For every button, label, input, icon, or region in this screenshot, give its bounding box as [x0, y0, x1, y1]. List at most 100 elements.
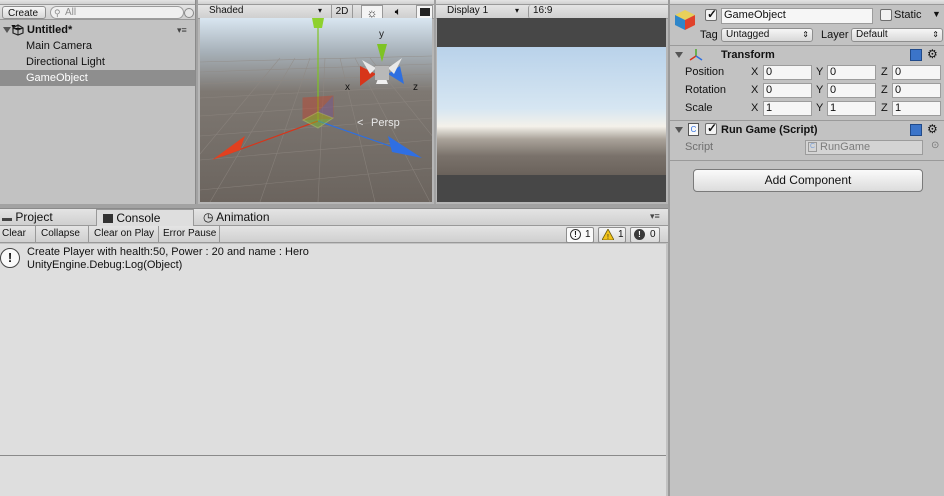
static-dropdown-icon[interactable]: ▼ — [932, 9, 941, 19]
axis-z-label: Z — [881, 102, 888, 114]
warning-count-toggle[interactable]: ! 1 — [598, 227, 626, 243]
component-title: Run Game (Script) — [721, 124, 818, 136]
transform-header[interactable]: Transform ⚙ — [670, 47, 944, 63]
projection-label[interactable]: Persp — [371, 117, 400, 129]
foldout-arrow-icon[interactable] — [675, 52, 683, 58]
game-render — [437, 47, 666, 175]
scale-row: Scale X 1 Y 1 Z 1 — [670, 100, 944, 117]
hierarchy-search-input[interactable]: ⚲ All — [50, 6, 184, 19]
field-value: 1 — [766, 102, 773, 114]
static-label: Static — [894, 9, 922, 21]
audio-toggle-icon[interactable]: 🔈︎ — [387, 5, 409, 19]
game-viewport[interactable] — [437, 18, 666, 202]
toolbar-divider — [88, 226, 89, 243]
layer-value: Default — [856, 29, 888, 40]
clear-button[interactable]: Clear — [2, 226, 26, 243]
toolbar-divider — [219, 226, 220, 243]
shading-mode-dropdown[interactable]: Shaded ▾ — [205, 5, 324, 19]
info-count: 1 — [585, 229, 591, 240]
field-value: 0 — [766, 84, 773, 96]
object-picker-icon[interactable]: ⊙ — [931, 140, 939, 151]
rotation-z-field[interactable]: 0 — [892, 83, 941, 98]
inspector-tab-strip — [670, 0, 944, 5]
display-dropdown[interactable]: Display 1 ▾ — [443, 5, 521, 19]
hierarchy-item-main-camera[interactable]: Main Camera — [0, 38, 195, 54]
add-component-button[interactable]: Add Component — [693, 169, 923, 192]
scene-viewport[interactable]: y x z < Persp — [200, 18, 432, 202]
foldout-arrow-icon[interactable] — [675, 127, 683, 133]
collapse-button[interactable]: Collapse — [41, 226, 80, 243]
rotation-x-field[interactable]: 0 — [763, 83, 812, 98]
panel-menu-icon[interactable]: ▾≡ — [650, 211, 660, 222]
folder-icon: ▬ — [2, 213, 12, 224]
aspect-dropdown[interactable]: 16:9 — [528, 5, 608, 19]
tab-console-label: Console — [116, 211, 161, 225]
search-clear-icon[interactable] — [184, 8, 194, 18]
game-panel: Display 1 ▾ 16:9 — [436, 0, 668, 204]
position-x-field[interactable]: 0 — [763, 65, 812, 80]
rotation-y-field[interactable]: 0 — [827, 83, 876, 98]
tab-console[interactable]: Console — [96, 209, 194, 226]
scene-grid-canvas: y x z < Persp — [200, 18, 432, 202]
static-checkbox[interactable] — [880, 9, 892, 21]
clear-on-play-label: Clear on Play — [94, 228, 155, 239]
tab-project[interactable]: ▬ Project — [2, 209, 94, 226]
run-game-component-header[interactable]: C ✓ Run Game (Script) ⚙ — [670, 121, 944, 138]
hierarchy-panel: Create ▼ ⚲ All Untitled* ▾≡ Main Camera … — [0, 0, 196, 204]
y-arrow-head[interactable] — [312, 18, 324, 28]
help-book-icon[interactable] — [910, 124, 922, 136]
transform-icon — [689, 49, 703, 61]
clear-label: Clear — [2, 228, 26, 239]
inspector-panel: ✓ GameObject Static ▼ Tag Untagged ⇕ Lay… — [668, 0, 944, 496]
gear-icon[interactable]: ⚙ — [927, 47, 938, 61]
field-value: 1 — [830, 102, 837, 114]
orientation-gizmo[interactable] — [360, 44, 404, 86]
scene-menu-icon[interactable]: ▾≡ — [177, 22, 187, 38]
scale-x-field[interactable]: 1 — [763, 101, 812, 116]
log-entry[interactable]: ! Create Player with health:50, Power : … — [0, 244, 666, 274]
clear-on-play-button[interactable]: Clear on Play — [94, 226, 154, 243]
axis-y-label: Y — [816, 66, 824, 78]
create-label: Create — [8, 8, 39, 19]
expand-arrow-icon[interactable] — [3, 27, 11, 33]
svg-text:!: ! — [607, 234, 609, 240]
search-placeholder: All — [65, 7, 77, 18]
tab-animation[interactable]: ◷ Animation — [203, 209, 303, 226]
scale-label: Scale — [685, 102, 713, 114]
hierarchy-item-directional-light[interactable]: Directional Light — [0, 54, 195, 70]
warning-count: 1 — [618, 229, 624, 240]
help-book-icon[interactable] — [910, 49, 922, 61]
gear-icon[interactable]: ⚙ — [927, 122, 938, 136]
hierarchy-item-gameobject[interactable]: GameObject — [0, 70, 195, 86]
toggle-2d-label: 2D — [335, 6, 349, 17]
position-z-field[interactable]: 0 — [892, 65, 941, 80]
toggle-2d-button[interactable]: 2D — [331, 5, 353, 19]
scale-y-field[interactable]: 1 — [827, 101, 876, 116]
component-enabled-checkbox[interactable]: ✓ — [705, 121, 718, 135]
tab-project-label: Project — [15, 210, 53, 224]
info-count-toggle[interactable]: ! 1 — [566, 227, 594, 243]
scene-root-row[interactable]: Untitled* ▾≡ — [0, 22, 195, 38]
effects-toggle-icon[interactable] — [416, 5, 433, 19]
search-icon: ⚲ — [54, 8, 61, 18]
error-count-toggle[interactable]: ! 0 — [630, 227, 660, 243]
position-y-field[interactable]: 0 — [827, 65, 876, 80]
object-name-field[interactable]: GameObject — [721, 8, 873, 24]
scene-name: Untitled* — [27, 24, 73, 36]
add-component-label: Add Component — [764, 173, 852, 187]
info-icon: ! — [570, 229, 581, 240]
error-pause-button[interactable]: Error Pause — [163, 226, 216, 243]
layer-dropdown[interactable]: Default ⇕ — [851, 28, 943, 42]
axis-y-label: Y — [816, 102, 824, 114]
gizmo-z-label: z — [413, 82, 418, 93]
script-field[interactable]: C RunGame — [805, 140, 923, 155]
create-button[interactable]: Create ▼ — [2, 6, 46, 31]
z-arrow-head[interactable] — [388, 136, 422, 158]
checkmark-icon: ✓ — [707, 121, 718, 135]
axis-z-label: Z — [881, 66, 888, 78]
active-checkbox[interactable]: ✓ — [705, 7, 717, 21]
transform-title: Transform — [721, 49, 775, 61]
scale-z-field[interactable]: 1 — [892, 101, 941, 116]
tag-dropdown[interactable]: Untagged ⇕ — [721, 28, 813, 42]
lighting-toggle-icon[interactable]: ☼ — [361, 5, 383, 20]
